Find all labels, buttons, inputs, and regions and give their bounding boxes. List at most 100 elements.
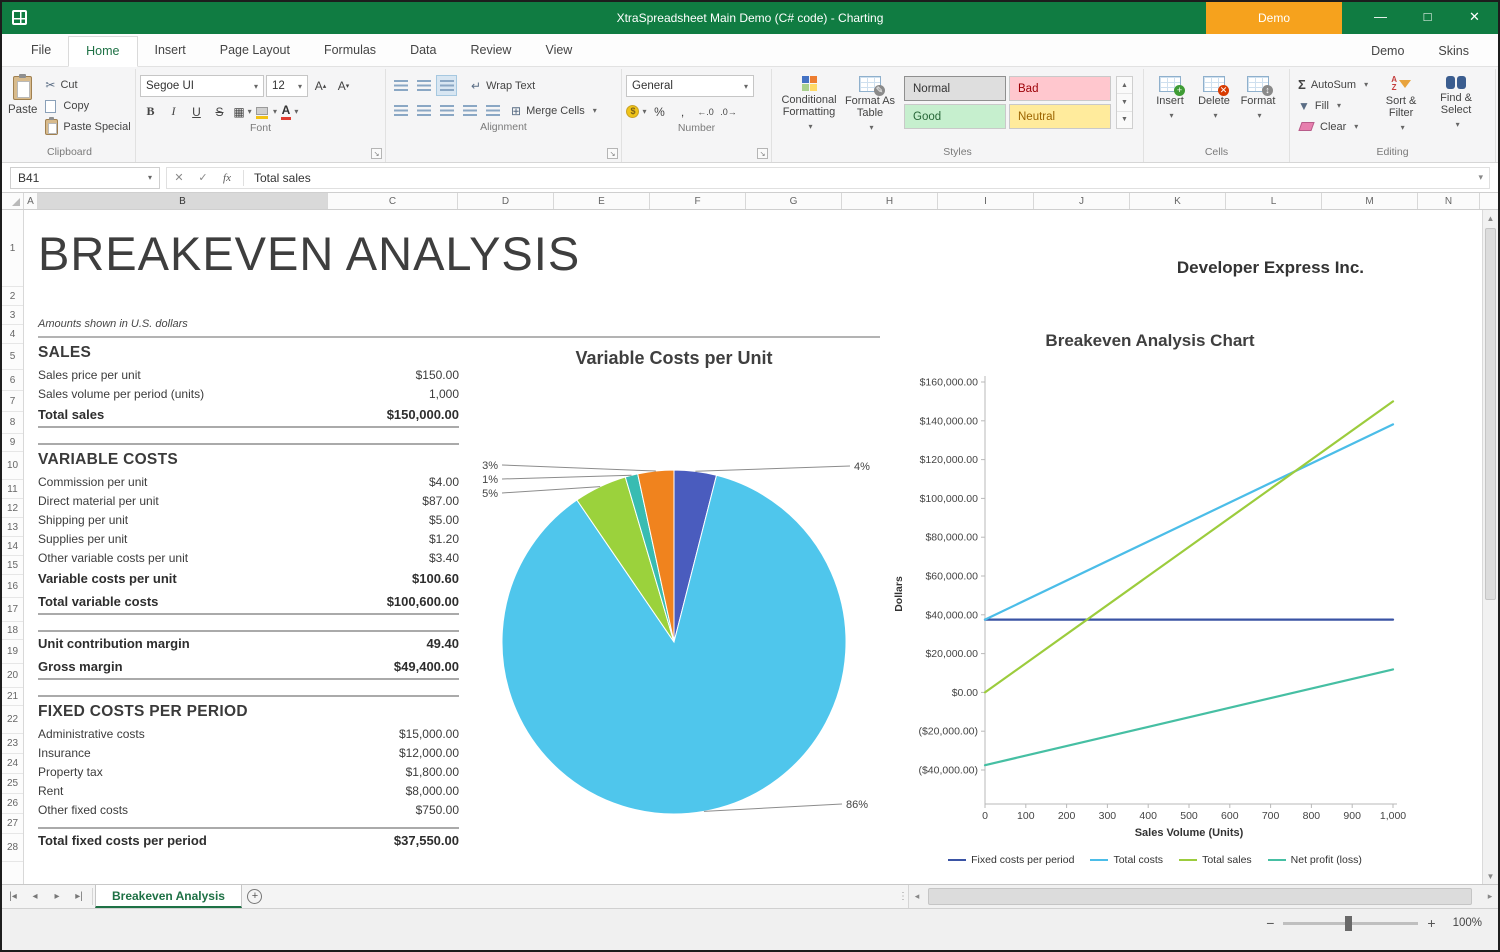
sheet-row[interactable]: Unit contribution margin49.40 (38, 632, 459, 655)
cell-style-bad[interactable]: Bad (1009, 76, 1111, 101)
close-button[interactable]: ✕ (1451, 2, 1498, 34)
sheet-row[interactable]: Sales volume per period (units)1,000 (38, 384, 459, 403)
style-gallery-scroll[interactable]: ▲▼▼ (1116, 76, 1133, 129)
row-header-26[interactable]: 26 (2, 794, 23, 814)
sheet-row[interactable]: Supplies per unit$1.20 (38, 529, 459, 548)
ribbon-tab-file[interactable]: File (14, 36, 68, 66)
ribbon-tab-data[interactable]: Data (393, 36, 453, 66)
sheet-row[interactable]: Commission per unit$4.00 (38, 472, 459, 491)
column-header-n[interactable]: N (1418, 193, 1480, 209)
row-header-25[interactable]: 25 (2, 774, 23, 794)
column-header-i[interactable]: I (938, 193, 1034, 209)
add-sheet-button[interactable]: + (242, 885, 268, 908)
name-box[interactable]: B41▾ (10, 167, 160, 189)
ribbon-tab-skins[interactable]: Skins (1421, 37, 1486, 66)
sheet-row[interactable]: Rent$8,000.00 (38, 781, 459, 800)
conditional-formatting-button[interactable]: Conditional Formatting ▾ (776, 71, 842, 133)
increase-decimal-button[interactable]: ←.0 (695, 101, 716, 122)
row-header-7[interactable]: 7 (2, 391, 23, 412)
ribbon-tab-home[interactable]: Home (68, 36, 137, 67)
cell-style-neutral[interactable]: Neutral (1009, 104, 1111, 129)
percent-style-button[interactable]: % (649, 101, 670, 122)
decrease-indent-button[interactable] (459, 100, 480, 121)
accounting-format-button[interactable]: $▾ (626, 101, 647, 122)
format-as-table-button[interactable]: ✎ Format As Table ▾ (842, 71, 898, 134)
underline-button[interactable]: U (186, 101, 207, 122)
ribbon-tab-insert[interactable]: Insert (138, 36, 203, 66)
row-header-24[interactable]: 24 (2, 754, 23, 774)
maximize-button[interactable]: □ (1404, 2, 1451, 34)
row-header-20[interactable]: 20 (2, 664, 23, 688)
row-header-2[interactable]: 2 (2, 287, 23, 306)
row-header-21[interactable]: 21 (2, 688, 23, 706)
sheet-row[interactable]: Property tax$1,800.00 (38, 762, 459, 781)
select-all-corner[interactable] (2, 193, 24, 209)
comma-style-button[interactable]: , (672, 101, 693, 122)
row-header-27[interactable]: 27 (2, 814, 23, 834)
row-header-13[interactable]: 13 (2, 518, 23, 537)
sheet-row[interactable]: Total variable costs$100,600.00 (38, 590, 459, 613)
bold-button[interactable]: B (140, 101, 161, 122)
ribbon-tab-page-layout[interactable]: Page Layout (203, 36, 307, 66)
scroll-right-icon[interactable]: ▸ (1482, 891, 1498, 902)
strikethrough-button[interactable]: S (209, 101, 230, 122)
horizontal-scroll-thumb[interactable] (928, 888, 1472, 905)
borders-button[interactable]: ▦▾ (232, 101, 253, 122)
paste-button[interactable]: Paste (8, 71, 37, 116)
row-header-16[interactable]: 16 (2, 575, 23, 598)
scroll-down-icon[interactable]: ▼ (1483, 868, 1498, 884)
align-right-button[interactable] (436, 100, 457, 121)
fill-color-button[interactable]: ▾ (255, 101, 277, 122)
formula-field[interactable]: ✕ ✓ fx Total sales ▾ (166, 167, 1490, 189)
column-header-k[interactable]: K (1130, 193, 1226, 209)
cell-style-normal[interactable]: Normal (904, 76, 1006, 101)
column-header-l[interactable]: L (1226, 193, 1322, 209)
column-header-g[interactable]: G (746, 193, 842, 209)
sheet-row[interactable]: Gross margin$49,400.00 (38, 655, 459, 678)
copy-button[interactable]: Copy (41, 95, 134, 116)
zoom-slider[interactable] (1283, 922, 1418, 925)
sheet-area[interactable]: 1234567891011121314151617181920212223242… (2, 210, 1498, 884)
scroll-up-icon[interactable]: ▲ (1483, 210, 1498, 226)
formula-bar-expand-icon[interactable]: ▾ (1478, 172, 1489, 183)
sheet-row[interactable]: Other variable costs per unit$3.40 (38, 548, 459, 567)
column-header-f[interactable]: F (650, 193, 746, 209)
row-header-15[interactable]: 15 (2, 556, 23, 575)
cut-button[interactable]: ✂ Cut (41, 74, 134, 95)
splitter-handle[interactable]: ⋮ (898, 891, 908, 902)
number-dialog-launcher-icon[interactable]: ↘ (757, 148, 768, 159)
row-header-3[interactable]: 3 (2, 306, 23, 325)
column-header-b[interactable]: B (38, 193, 328, 209)
autosum-button[interactable]: Σ AutoSum▾ (1294, 74, 1372, 95)
delete-cells-button[interactable]: ✕ Delete▾ (1192, 71, 1236, 122)
row-header-4[interactable]: 4 (2, 325, 23, 344)
zoom-out-button[interactable]: − (1266, 916, 1274, 930)
row-header-14[interactable]: 14 (2, 537, 23, 556)
sort-filter-button[interactable]: AZ Sort & Filter▾ (1372, 71, 1430, 134)
sheet-row[interactable]: Direct material per unit$87.00 (38, 491, 459, 510)
column-header-c[interactable]: C (328, 193, 458, 209)
sheet-row[interactable]: Total fixed costs per period$37,550.00 (38, 829, 459, 852)
row-header-18[interactable]: 18 (2, 622, 23, 640)
alignment-dialog-launcher-icon[interactable]: ↘ (607, 148, 618, 159)
line-chart[interactable]: Breakeven Analysis Chart$160,000.00$140,… (890, 322, 1420, 850)
sheet-row[interactable]: Shipping per unit$5.00 (38, 510, 459, 529)
align-center-button[interactable] (413, 100, 434, 121)
find-select-button[interactable]: Find & Select▾ (1430, 71, 1482, 131)
pie-chart[interactable]: 4%86%5%1%3% (464, 342, 884, 842)
row-header-9[interactable]: 9 (2, 434, 23, 452)
sheet-row[interactable]: Variable costs per unit$100.60 (38, 567, 459, 590)
row-header-5[interactable]: 5 (2, 344, 23, 370)
ribbon-tab-demo[interactable]: Demo (1354, 37, 1421, 66)
sheet-tab-breakeven-analysis[interactable]: Breakeven Analysis (95, 885, 242, 908)
column-header-d[interactable]: D (458, 193, 554, 209)
row-header-10[interactable]: 10 (2, 452, 23, 480)
cancel-entry-icon[interactable]: ✕ (167, 171, 191, 184)
last-sheet-button[interactable]: ▸| (68, 885, 90, 908)
sheet-row[interactable]: Sales price per unit$150.00 (38, 365, 459, 384)
merge-cells-button[interactable]: ⊞ Merge Cells▾ (507, 100, 601, 121)
align-left-button[interactable] (390, 100, 411, 121)
sheet-row[interactable]: Insurance$12,000.00 (38, 743, 459, 762)
clear-button[interactable]: Clear▾ (1294, 116, 1372, 137)
font-name-select[interactable]: Segoe UI▾ (140, 75, 264, 97)
